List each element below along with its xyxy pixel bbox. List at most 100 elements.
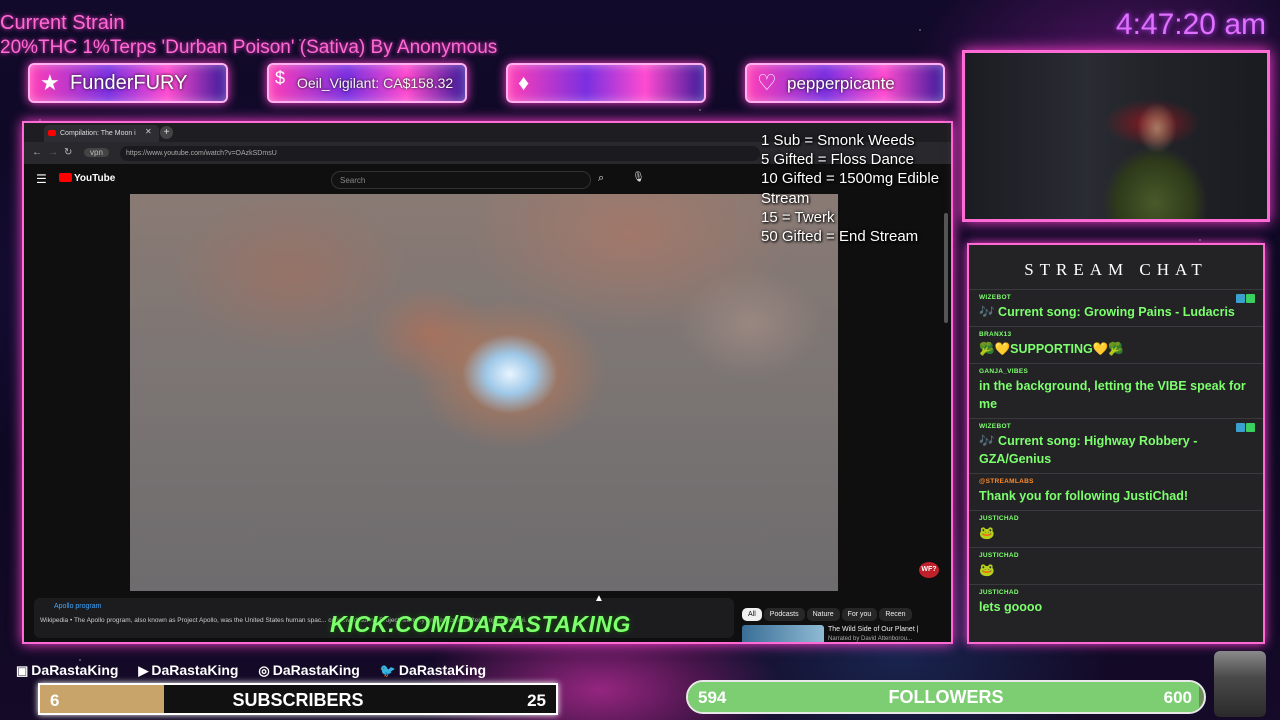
subscriber-goal: 25 — [527, 691, 546, 710]
chip-nature[interactable]: Nature — [806, 608, 840, 621]
goal-line: 10 Gifted = 1500mg Edible — [761, 170, 940, 188]
chat-text: 🐸 — [979, 526, 995, 540]
stream-chat: STREAM CHAT WIZEBOT 🎶 Current song: Grow… — [967, 243, 1265, 644]
new-tab-button[interactable]: + — [160, 126, 173, 139]
clock: 4:47:20 am — [1115, 8, 1266, 41]
recommended-title[interactable]: The Wild Side of Our Planet | — [828, 626, 919, 633]
goal-line: 50 Gifted = End Stream — [761, 228, 919, 246]
goal-line: 15 = Twerk — [761, 208, 835, 226]
chip-podcasts[interactable]: Podcasts — [763, 608, 805, 621]
verified-badge-icon — [1246, 423, 1255, 432]
bot-badge-icon — [1236, 294, 1245, 303]
youtube-wordmark: YouTube — [74, 173, 116, 184]
youtube-logo[interactable]: YouTube — [59, 173, 115, 184]
recent-follower-badge: ★ FunderFURY — [28, 63, 228, 103]
search-input[interactable]: Search — [331, 171, 591, 189]
social-handle: DaRastaKing — [151, 662, 239, 678]
chat-text: 🥦💛SUPPORTING💛🥦 — [979, 342, 1124, 356]
chat-username[interactable]: JUSTICHAD — [979, 589, 1253, 596]
social-handle: DaRastaKing — [31, 662, 119, 678]
url-bar[interactable]: https://www.youtube.com/watch?v=OAzkSDms… — [120, 146, 760, 161]
stash-jar — [1214, 651, 1266, 717]
chat-text: 🎶 Current song: Growing Pains - Ludacris — [979, 305, 1235, 319]
chat-text: in the background, letting the VIBE spea… — [979, 379, 1246, 411]
chat-message: WIZEBOT 🎶 Current song: Growing Pains - … — [969, 289, 1263, 326]
twitch-icon: ▣ — [16, 663, 29, 678]
strain-title: Current Strain — [0, 12, 125, 34]
chat-username[interactable]: GANJA_VIBES — [979, 368, 1253, 375]
filter-chips: All Podcasts Nature For you Recen — [742, 603, 914, 621]
star-icon: ★ — [40, 70, 60, 95]
user-badges — [1235, 423, 1255, 434]
scrollbar[interactable] — [944, 213, 948, 323]
social-links: ▣ DaRastaKing ▶ DaRastaKing ◎ DaRastaKing 🐦… — [16, 662, 502, 679]
apollo-program-link[interactable]: Apollo program — [54, 603, 101, 610]
recommended-thumbnail[interactable] — [742, 625, 824, 642]
subscriber-label: SUBSCRIBERS — [232, 690, 364, 710]
chat-text: 🎶 Current song: Highway Robbery - GZA/Ge… — [979, 434, 1198, 466]
chat-message: JUSTICHAD 🐸 — [969, 547, 1263, 584]
dollar-icon: $ — [275, 68, 286, 88]
chip-all[interactable]: All — [742, 608, 762, 621]
chat-message: JUSTICHAD 🐸 — [969, 510, 1263, 547]
mouse-cursor-icon: ▲ — [594, 593, 604, 604]
follower-goal-bar: 594 FOLLOWERS 600 — [686, 680, 1206, 714]
chat-username[interactable]: BRANX13 — [979, 331, 1253, 338]
bot-badge-icon — [1236, 423, 1245, 432]
social-youtube: ▶ DaRastaKing — [138, 662, 246, 678]
badge-label: pepperpicante — [787, 74, 895, 93]
goal-line: 5 Gifted = Floss Dance — [761, 151, 914, 169]
chip-recent[interactable]: Recen — [879, 608, 912, 621]
social-handle: DaRastaKing — [398, 662, 487, 678]
chat-text: Thank you for following JustiChad! — [979, 489, 1189, 503]
search-icon[interactable]: ⌕ — [598, 172, 604, 185]
reload-icon[interactable]: ↻ — [64, 147, 72, 158]
strain-description: 20%THC 1%Terps 'Durban Poison' (Sativa) … — [0, 37, 498, 58]
back-icon[interactable]: ← — [32, 147, 42, 158]
chat-message: @STREAMLABS Thank you for following Just… — [969, 473, 1263, 510]
chat-text: 🐸 — [979, 563, 995, 577]
heart-icon: ♡ — [757, 70, 777, 95]
chip-for-you[interactable]: For you — [841, 608, 878, 621]
streamer — [1095, 93, 1215, 219]
recent-subscriber-badge: ♡ pepperpicante — [745, 63, 945, 103]
chat-username[interactable]: JUSTICHAD — [979, 552, 1253, 559]
forward-icon[interactable]: → — [48, 147, 58, 158]
chat-title: STREAM CHAT — [1024, 260, 1208, 279]
tab-title: Compilation: The Moon i — [60, 130, 136, 137]
youtube-favicon-icon — [48, 130, 56, 136]
badge-label: FunderFURY — [70, 72, 188, 94]
channel-watermark[interactable]: WF? — [919, 562, 939, 578]
follower-goal: 600 — [1163, 688, 1192, 707]
sub-goals: 1 Sub = Smonk Weeds 5 Gifted = Floss Dan… — [761, 131, 939, 246]
vpn-icon[interactable]: vpn — [84, 148, 109, 157]
video-player[interactable] — [130, 194, 838, 591]
goal-line: Stream — [761, 189, 810, 207]
chat-text: lets goooo — [979, 600, 1043, 614]
microphone-icon[interactable]: 🎙 — [632, 172, 645, 183]
badge-label: Oeil_Vigilant: CA$158.32 — [297, 75, 454, 91]
chat-message: WIZEBOT 🎶 Current song: Highway Robbery … — [969, 418, 1263, 473]
chat-username[interactable]: @STREAMLABS — [979, 478, 1253, 485]
chat-username[interactable]: WIZEBOT — [979, 294, 1253, 301]
chat-username[interactable]: WIZEBOT — [979, 423, 1253, 430]
chat-message: JUSTICHAD lets goooo — [969, 584, 1263, 621]
social-twitter: 🐦 DaRastaKing — [380, 662, 494, 678]
menu-icon[interactable]: ☰ — [36, 172, 47, 186]
user-badges — [1235, 294, 1255, 305]
recent-donation-badge: $ Oeil_Vigilant: CA$158.32 — [267, 63, 467, 103]
chat-username[interactable]: JUSTICHAD — [979, 515, 1253, 522]
youtube-icon: ▶ — [138, 663, 149, 678]
play-icon — [59, 173, 72, 182]
social-handle: DaRastaKing — [272, 662, 360, 678]
social-twitch: ▣ DaRastaKing — [16, 662, 126, 678]
twitter-icon: 🐦 — [379, 663, 396, 678]
diamond-icon: ♦ — [518, 70, 530, 95]
kick-url-overlay: KICK.COM/DARASTAKING — [330, 611, 631, 637]
recent-sub-badge: ♦ — [506, 63, 706, 103]
webcam-feed — [962, 50, 1270, 222]
browser-tab[interactable]: Compilation: The Moon i — [44, 125, 159, 142]
recommended-subtitle: Narrated by David Attenborou... — [828, 636, 913, 642]
close-icon[interactable]: ✕ — [145, 127, 152, 136]
subscriber-goal-bar: 6 SUBSCRIBERS 25 — [38, 683, 558, 715]
